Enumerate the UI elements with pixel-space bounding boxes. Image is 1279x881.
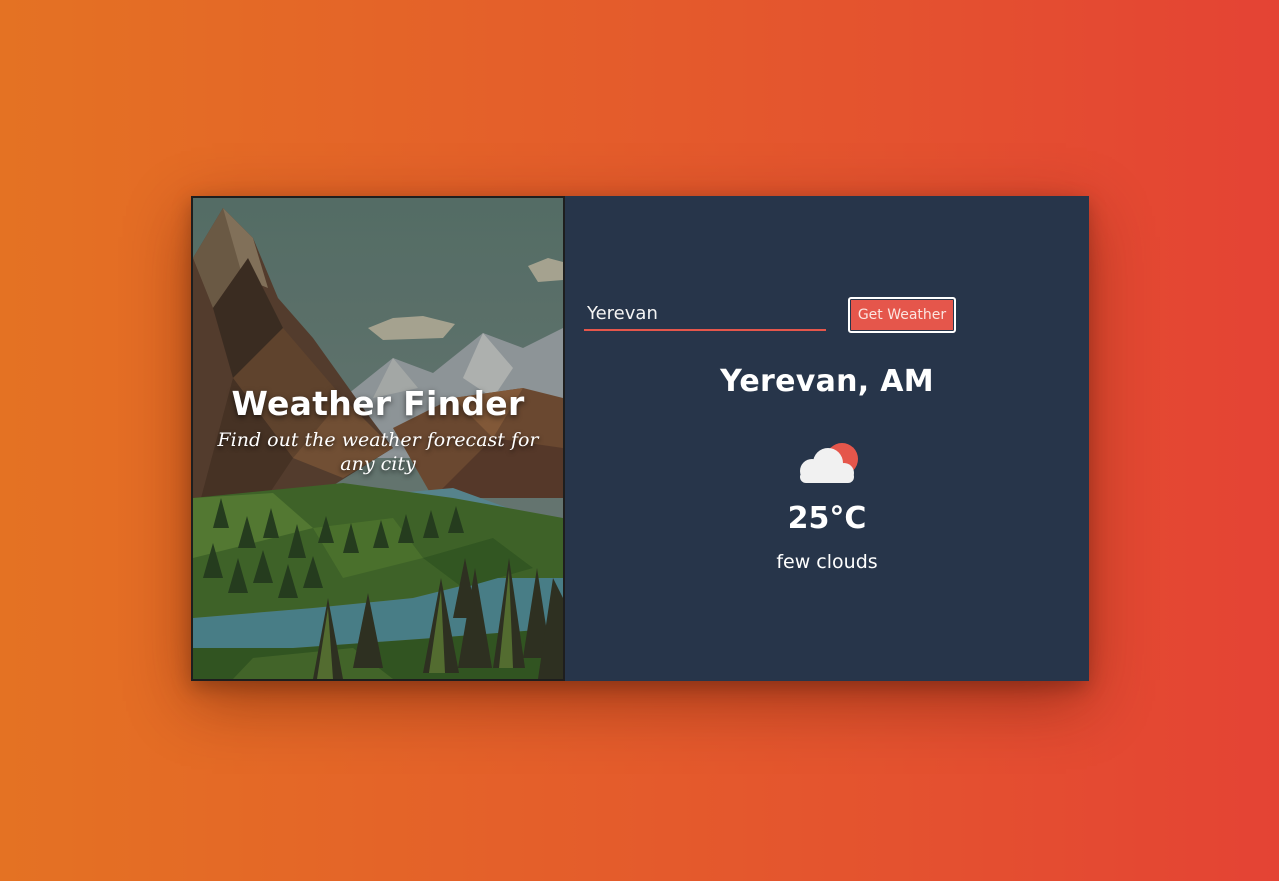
hero-panel: Weather Finder Find out the weather fore… xyxy=(191,196,565,681)
weather-description: few clouds xyxy=(776,551,878,573)
app-subtitle: Find out the weather forecast for any ci… xyxy=(217,429,539,475)
weather-card: Weather Finder Find out the weather fore… xyxy=(191,196,1089,681)
city-search-input[interactable] xyxy=(584,298,826,331)
app-title: Weather Finder xyxy=(231,384,525,423)
temperature: 25°C xyxy=(787,501,867,536)
few-clouds-icon xyxy=(800,443,858,483)
location-label: Yerevan, AM xyxy=(720,364,934,399)
hero-text: Weather Finder Find out the weather fore… xyxy=(203,384,553,476)
get-weather-button[interactable]: Get Weather xyxy=(848,297,956,333)
weather-panel: Get Weather Yerevan, AM 25°C few clouds xyxy=(565,196,1089,681)
